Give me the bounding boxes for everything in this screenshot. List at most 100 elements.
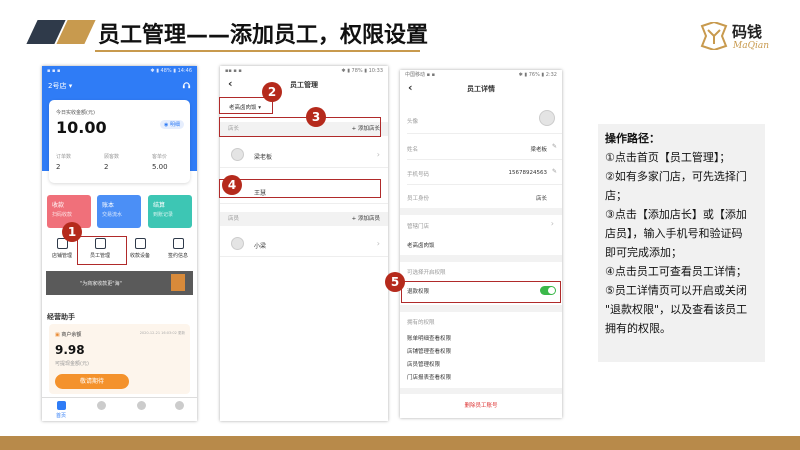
spacer (400, 208, 562, 215)
qr-icon (171, 274, 185, 291)
field-label: 头像 (407, 119, 419, 125)
logo-icon (700, 22, 728, 50)
nav-item-3[interactable] (126, 401, 156, 412)
coming-soon-button[interactable]: 敬请期待 (55, 374, 129, 389)
entry-label: 店铺管理 (51, 253, 72, 259)
nav-label: 首页 (55, 413, 66, 419)
edit-icon[interactable]: ✎ (552, 143, 557, 150)
step-badge: 2 (262, 82, 282, 102)
instruction-line: ①点击首页【员工管理】； (605, 151, 731, 164)
tile-title: 结算 (153, 202, 166, 209)
stat-customers: 顾客数 2 (104, 153, 119, 171)
headset-icon[interactable] (182, 81, 191, 90)
status-bar: ▪ ▪ ▪ ✱ ▮ 48% ▮ 14:46 (42, 66, 197, 76)
store-name: 2号店 (48, 82, 67, 90)
permission-item: 店员管理权限 (407, 362, 441, 368)
chevron-right-icon: › (376, 239, 380, 248)
step-badge: 4 (222, 175, 242, 195)
instruction-line: 店； (605, 189, 627, 202)
bottom-nav: 首页 (42, 397, 197, 421)
logo-subtext: MaQian (733, 41, 769, 51)
nav-icon (96, 401, 106, 410)
step-badge: 5 (385, 272, 405, 292)
stat-label: 订单数 (56, 154, 72, 160)
staff-name: 小梁 (254, 243, 267, 250)
instruction-line: ②如有多家门店，可先选择门 (605, 170, 747, 183)
spacer (400, 255, 562, 262)
step-badge: 1 (62, 222, 82, 242)
instruction-line: ③点击【添加店长】或【添加 (605, 208, 747, 221)
nav-icon (136, 401, 146, 410)
staff-row[interactable]: 小梁 › (220, 233, 388, 257)
nav-home[interactable]: 首页 (46, 401, 76, 419)
nav-header: ‹ 员工管理 (220, 77, 388, 94)
detail-button[interactable]: ◉ 明细 (160, 120, 184, 129)
store-selector[interactable]: 2号店 ▾ (48, 81, 72, 91)
title-bar: 员工管理——添加员工，权限设置 (0, 14, 800, 56)
phone-staff-detail: 中国移动 ▪ ▪ ✱ ▮ 76% ▮ 2:32 ‹ 员工详情 头像 姓名 梁老板… (400, 70, 562, 418)
instruction-line: ⑤员工详情页可以开启或关闭 (605, 284, 747, 297)
wallet-date: 2020-12-21 16:03:02 更新 (139, 331, 185, 335)
highlight-add-manager (219, 117, 381, 137)
field-label: 员工身份 (407, 196, 430, 202)
nav-item-2[interactable] (86, 401, 116, 412)
step-badge: 3 (306, 107, 326, 127)
revenue-amount: 10.00 (56, 118, 107, 137)
detail-label: 明细 (169, 122, 180, 128)
wallet-label-wrap: ▣ 商户余额 (55, 331, 81, 338)
status-left: ▪▪ ▪ ▪ (225, 68, 242, 74)
instruction-line: ④点击员工可查看员工详情； (605, 265, 747, 278)
avatar[interactable] (539, 110, 555, 126)
wallet-amount: 9.98 (55, 343, 85, 357)
divider (407, 159, 562, 160)
tile-sub: 到账记录 (153, 212, 174, 218)
wallet-card: ▣ 商户余额 2020-12-21 16:03:02 更新 9.98 可提现金额… (49, 324, 190, 394)
tile-title: 收款 (52, 202, 65, 209)
stat-value: 2 (104, 163, 109, 171)
status-right: ✱ ▮ 76% ▮ 2:32 (518, 72, 557, 78)
wallet-sub: 可提现金额(元) (55, 361, 89, 367)
avatar (231, 148, 244, 161)
edit-icon[interactable]: ✎ (552, 168, 557, 175)
chevron-right-icon[interactable]: › (551, 219, 554, 228)
section-label: 可选择开启权限 (407, 270, 446, 276)
stat-value: 2 (56, 163, 61, 171)
ledger-tile[interactable]: 账本 交易流水 (97, 195, 141, 228)
field-label: 管辖门店 (407, 224, 430, 230)
contract-entry[interactable]: 签约信息 (161, 238, 195, 259)
status-left: 中国移动 ▪ ▪ (405, 72, 435, 78)
permission-item: 门店报表查看权限 (407, 375, 452, 381)
back-icon[interactable]: ‹ (228, 77, 233, 90)
stat-value: 5.00 (152, 163, 168, 171)
staff-row[interactable]: 梁老板 › (220, 144, 388, 168)
status-right: ✱ ▮ 78% ▮ 10:33 (341, 68, 383, 74)
instruction-line: "退款权限"，以及查看该员工 (605, 303, 748, 316)
page-title: 员工详情 (467, 85, 495, 93)
divider (407, 133, 562, 134)
field-label: 手机号码 (407, 172, 430, 178)
delete-staff-button[interactable]: 删除员工账号 (400, 401, 562, 409)
settlement-tile[interactable]: 结算 到账记录 (148, 195, 192, 228)
device-icon (134, 238, 146, 249)
permission-item: 店铺管理查看权限 (407, 349, 452, 355)
add-clerk-button[interactable]: + 添加店员 (352, 212, 380, 226)
managed-store: 老高卤肉饭 (407, 243, 435, 249)
wallet-label: 商户余额 (61, 332, 82, 338)
nav-icon (174, 401, 184, 410)
section-label: 拥有的权限 (407, 320, 435, 326)
device-entry[interactable]: 收款设备 (123, 238, 157, 259)
stat-label: 客单价 (152, 154, 168, 160)
group-label: 店员 (228, 216, 240, 222)
back-icon[interactable]: ‹ (408, 81, 413, 94)
nav-item-4[interactable] (164, 401, 194, 412)
footer-bar (0, 436, 800, 450)
entry-label: 收款设备 (129, 253, 150, 259)
page-title: 员工管理 (290, 81, 318, 89)
chevron-down-icon: ▾ (68, 82, 73, 90)
status-left: ▪ ▪ ▪ (47, 68, 61, 74)
promo-banner[interactable]: "为商家收款更"海" (46, 271, 193, 295)
revenue-label: 今日实收金额(元) (56, 110, 95, 116)
status-right: ✱ ▮ 48% ▮ 14:46 (150, 68, 192, 74)
permission-item: 账单明细查看权限 (407, 336, 452, 342)
field-value: 梁老板 (530, 147, 547, 153)
